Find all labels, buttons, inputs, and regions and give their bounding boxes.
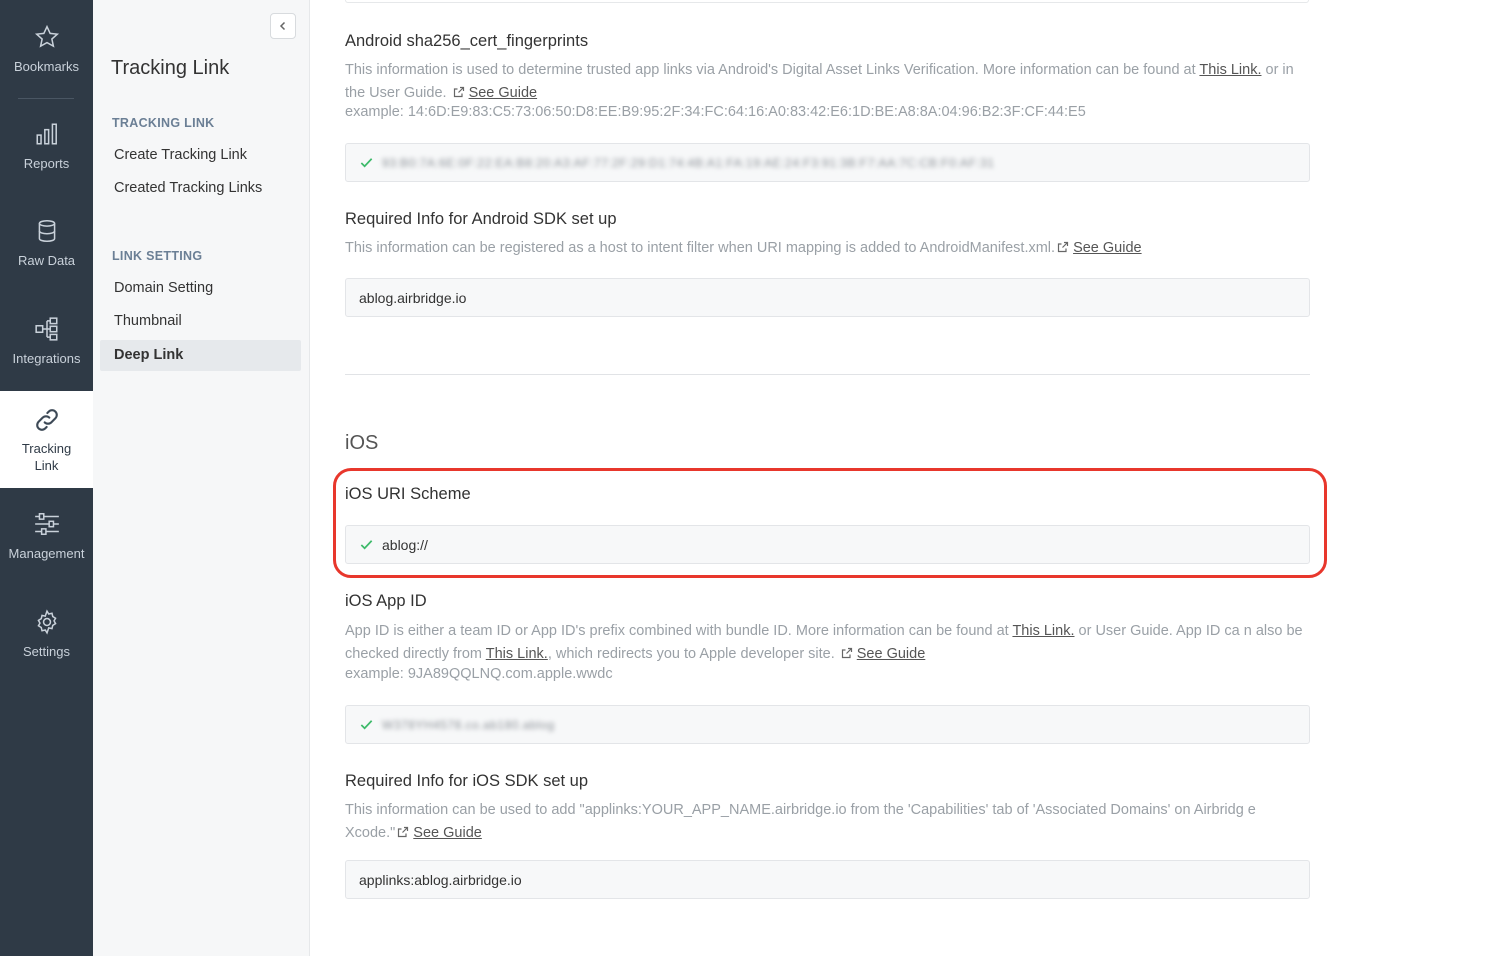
sub-navigation: Tracking Link TRACKING LINK Create Track… [93,0,310,956]
gear-icon [36,609,57,635]
icon-rail: Bookmarks Reports Raw Data Integrations … [0,0,93,956]
rail-item-bookmarks[interactable]: Bookmarks [0,24,93,75]
see-guide-link[interactable]: See Guide [413,825,482,841]
check-icon [360,720,373,730]
input-value: ablog:// [382,536,428,553]
input-value: 93:B0:7A:6E:0F:22:EA:B8:20:A3:AF:77:2F:2… [382,155,995,170]
rail-label: Tracking Link [21,441,72,473]
rail-item-integrations[interactable]: Integrations [0,316,93,367]
subnav-section-header: LINK SETTING [112,249,203,263]
field-description: This information is used to determine tr… [345,59,1310,104]
sliders-icon [34,513,59,535]
rail-item-reports[interactable]: Reports [0,121,93,172]
field-description: This information can be used to add "app… [345,799,1310,844]
rail-label: Settings [23,644,70,659]
integrations-icon [34,317,58,341]
rail-label: Integrations [12,351,81,366]
android-fingerprints-input[interactable]: 93:B0:7A:6E:0F:22:EA:B8:20:A3:AF:77:2F:2… [345,143,1310,182]
subnav-title: Tracking Link [111,57,230,79]
rail-label: Raw Data [17,253,76,268]
description-text: , which redirects you to Apple developer… [547,645,835,662]
field-title-ios-uri-scheme: iOS URI Scheme [345,485,471,503]
external-link-icon [1057,241,1069,253]
description-text: This information is used to determine tr… [345,62,1200,78]
database-icon [38,219,55,243]
rail-item-raw-data[interactable]: Raw Data [0,218,93,269]
rail-label: Reports [23,156,70,171]
field-example: example: 9JA89QQLNQ.com.apple.wwdc [345,666,613,682]
rail-label: Management [8,546,85,561]
see-guide-link[interactable]: See Guide [469,85,538,101]
subnav-item-create-tracking-link[interactable]: Create Tracking Link [100,140,301,171]
android-sdk-host-input[interactable]: ablog.airbridge.io [345,278,1310,317]
this-link[interactable]: This Link. [1199,62,1261,78]
input-value: ablog.airbridge.io [359,289,467,306]
rail-item-management[interactable]: Management [0,511,93,562]
bar-chart-icon [35,123,57,145]
see-guide-link[interactable]: See Guide [857,646,926,662]
external-link-icon [398,826,409,837]
this-link[interactable]: This Link. [486,646,548,662]
star-icon [34,24,59,48]
rail-item-tracking-link[interactable]: Tracking Link [0,391,93,488]
rail-divider [18,98,74,99]
check-icon [360,158,373,168]
field-description: This information can be registered as a … [345,237,1310,260]
field-title-android-fingerprints: Android sha256_cert_fingerprints [345,32,589,50]
check-icon [360,540,373,550]
field-title-ios-app-id: iOS App ID [345,592,427,610]
field-example: example: 14:6D:E9:83:C5:73:06:50:D8:EE:B… [345,104,1086,120]
input-value: W378YH4578.co.ab180.ablog [382,717,555,732]
external-link-icon [841,647,852,658]
ios-app-id-input[interactable]: W378YH4578.co.ab180.ablog [345,705,1310,744]
field-title-ios-sdk: Required Info for iOS SDK set up [345,772,589,790]
subnav-item-domain-setting[interactable]: Domain Setting [100,273,301,304]
description-text: This information can be registered as a … [345,240,1056,256]
subnav-item-thumbnail[interactable]: Thumbnail [100,306,301,337]
link-icon [35,409,58,431]
rail-item-settings[interactable]: Settings [0,609,93,660]
collapse-sidebar-button[interactable] [270,13,296,39]
section-divider [345,374,1310,375]
this-link[interactable]: This Link. [1012,623,1074,639]
ios-sdk-applinks-input[interactable]: applinks:ablog.airbridge.io [345,860,1310,899]
description-text: App ID is either a team ID or App ID's p… [345,623,1013,639]
previous-input-edge [345,0,1309,3]
chevron-left-icon [279,21,286,31]
subnav-section-header: TRACKING LINK [112,116,215,130]
subnav-item-deep-link[interactable]: Deep Link [100,340,301,371]
subnav-item-created-tracking-links[interactable]: Created Tracking Links [100,173,301,204]
rail-label: Bookmarks [13,59,80,74]
field-description: App ID is either a team ID or App ID's p… [345,620,1310,665]
ios-uri-scheme-input[interactable]: ablog:// [345,525,1310,564]
see-guide-link[interactable]: See Guide [1073,240,1142,256]
input-value: applinks:ablog.airbridge.io [359,871,522,888]
section-title-ios: iOS [345,432,379,454]
field-title-android-sdk: Required Info for Android SDK set up [345,210,617,228]
external-link-icon [453,86,464,97]
